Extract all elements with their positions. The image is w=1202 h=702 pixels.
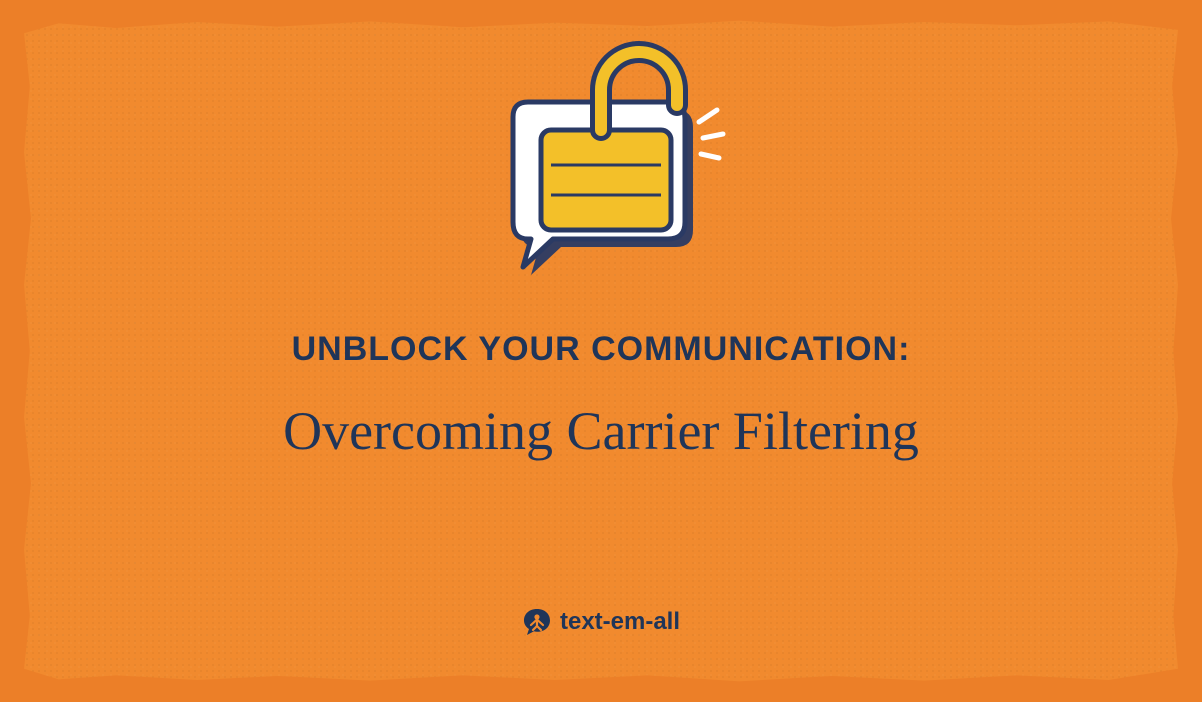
lock-speech-bubble-illustration — [461, 30, 741, 290]
subheading-text: Overcoming Carrier Filtering — [0, 400, 1202, 462]
speech-bubble-person-icon — [522, 607, 552, 637]
brand-logo: text-em-all — [522, 607, 680, 637]
heading-text: UNBLOCK YOUR COMMUNICATION: — [0, 330, 1202, 369]
brand-name: text-em-all — [560, 608, 680, 636]
